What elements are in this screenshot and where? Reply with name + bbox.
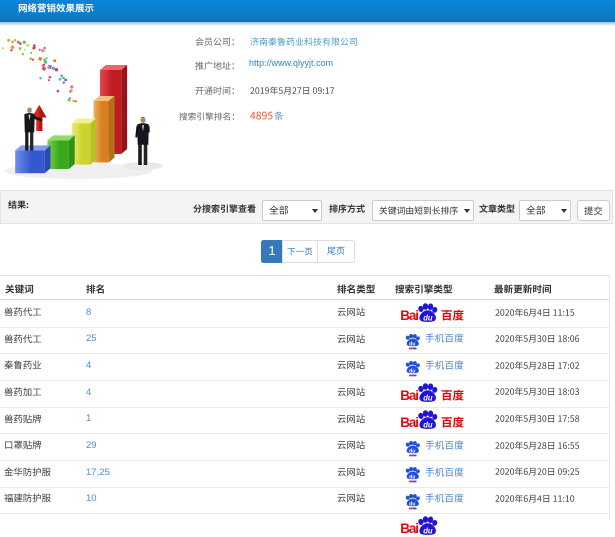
svg-text:du: du (423, 527, 433, 536)
svg-text:Bai: Bai (400, 388, 418, 403)
svg-text:du: du (423, 314, 433, 323)
svg-text:du: du (409, 368, 415, 374)
svg-text:Bai: Bai (400, 308, 418, 323)
svg-text:du: du (423, 420, 433, 429)
svg-text:Bai: Bai (400, 521, 418, 536)
svg-text:du: du (409, 341, 415, 347)
svg-text:du: du (423, 394, 433, 403)
svg-text:Bai: Bai (400, 415, 418, 430)
svg-text:du: du (409, 448, 415, 454)
svg-text:du: du (409, 474, 415, 480)
svg-text:du: du (409, 501, 415, 507)
